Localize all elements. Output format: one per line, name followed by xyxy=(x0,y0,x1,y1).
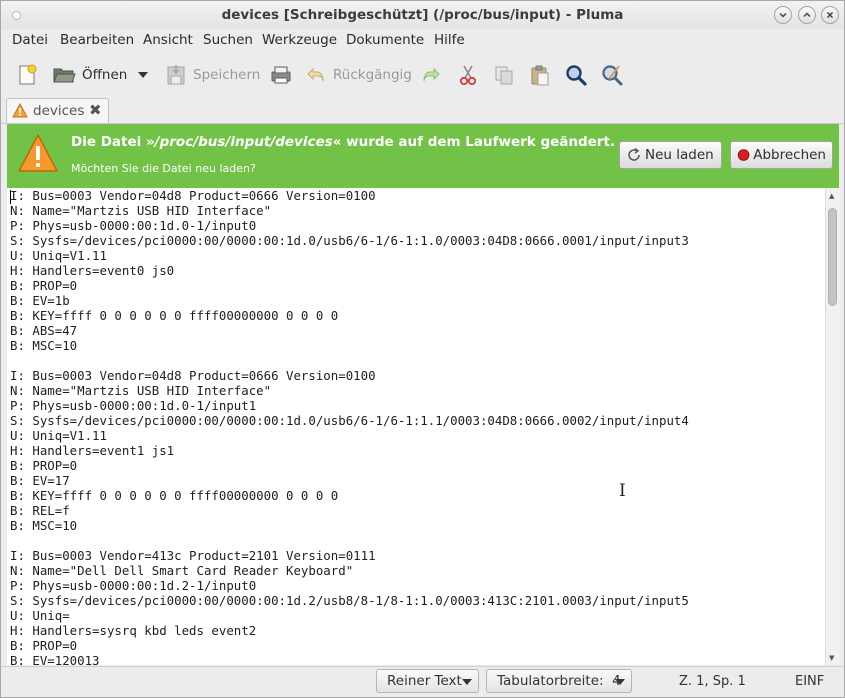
open-label: Öffnen xyxy=(82,67,128,83)
tab-close-icon[interactable]: ✖ xyxy=(89,101,102,119)
title-bar[interactable]: devices [Schreibgeschützt] (/proc/bus/in… xyxy=(1,1,844,29)
scissors-icon xyxy=(459,65,477,86)
copy-icon xyxy=(495,66,513,85)
undo-button[interactable]: Rückgängig xyxy=(305,61,412,89)
reload-icon xyxy=(628,147,640,161)
new-button[interactable] xyxy=(15,61,39,89)
editor-content[interactable]: I: Bus=0003 Vendor=04d8 Product=0666 Ver… xyxy=(10,188,689,665)
menu-bearbeiten[interactable]: Bearbeiten xyxy=(60,32,134,48)
toolbar: Öffnen Speichern Rückgängig xyxy=(1,55,844,95)
search-icon xyxy=(566,65,587,86)
save-icon xyxy=(167,65,185,85)
text-editor[interactable]: I: Bus=0003 Vendor=04d8 Product=0666 Ver… xyxy=(7,188,825,665)
warning-icon xyxy=(12,103,28,118)
cut-button[interactable] xyxy=(457,61,479,89)
print-icon xyxy=(271,66,291,84)
redo-icon xyxy=(423,67,440,82)
save-label: Speichern xyxy=(193,67,261,83)
insert-mode: EINF xyxy=(795,674,825,689)
infobar-question: Möchten Sie die Datei neu laden? xyxy=(71,162,256,175)
cancel-label: Abbrechen xyxy=(753,147,826,163)
open-folder-icon xyxy=(53,68,76,83)
menu-hilfe[interactable]: Hilfe xyxy=(434,32,465,48)
scrollbar-thumb[interactable] xyxy=(828,208,837,306)
new-document-icon xyxy=(19,64,37,85)
cursor-position: Z. 1, Sp. 1 xyxy=(679,674,746,689)
open-button[interactable]: Öffnen xyxy=(52,61,127,89)
menu-bar: Datei Bearbeiten Ansicht Suchen Werkzeug… xyxy=(1,29,844,53)
minimize-button[interactable] xyxy=(774,6,792,24)
menu-dokumente[interactable]: Dokumente xyxy=(346,32,424,48)
cancel-button[interactable]: Abbrechen xyxy=(730,141,833,169)
window-title: devices [Schreibgeschützt] (/proc/bus/in… xyxy=(221,7,624,23)
menu-werkzeuge[interactable]: Werkzeuge xyxy=(262,32,337,48)
find-button[interactable] xyxy=(564,61,588,89)
menu-suchen[interactable]: Suchen xyxy=(203,32,253,48)
tab-label: devices xyxy=(33,103,85,119)
mouse-ibeam-cursor: I xyxy=(619,481,626,501)
status-bar: Reiner Text Tabulatorbreite: 4 Z. 1, Sp.… xyxy=(1,666,844,698)
reload-button[interactable]: Neu laden xyxy=(619,141,722,169)
paste-button[interactable] xyxy=(529,61,551,89)
print-button[interactable] xyxy=(269,61,293,89)
tab-devices[interactable]: devices ✖ xyxy=(6,98,109,123)
reload-label: Neu laden xyxy=(645,147,714,163)
chevron-down-icon xyxy=(615,679,625,685)
maximize-button[interactable] xyxy=(798,6,816,24)
vertical-scrollbar[interactable]: ▲ ▼ xyxy=(825,188,840,665)
chevron-down-icon xyxy=(462,679,472,685)
text-cursor xyxy=(10,190,11,204)
undo-label: Rückgängig xyxy=(333,67,412,83)
close-button[interactable] xyxy=(821,6,839,24)
undo-icon xyxy=(307,67,324,82)
find-replace-icon xyxy=(602,65,623,86)
document-tabs: devices ✖ xyxy=(1,97,844,124)
infobar-file-path: /proc/bus/input/devices xyxy=(154,134,333,150)
language-selector[interactable]: Reiner Text xyxy=(376,669,479,693)
scroll-down-icon[interactable]: ▼ xyxy=(829,654,834,662)
file-changed-infobar: Die Datei »/proc/bus/input/devices« wurd… xyxy=(7,124,839,188)
tab-width-value: Tabulatorbreite: 4 xyxy=(497,673,621,689)
redo-button[interactable] xyxy=(420,61,442,89)
copy-button[interactable] xyxy=(493,61,515,89)
open-dropdown-button[interactable] xyxy=(137,61,149,89)
warning-icon xyxy=(18,134,58,172)
infobar-message: Die Datei »/proc/bus/input/devices« wurd… xyxy=(71,134,616,150)
pluma-window: devices [Schreibgeschützt] (/proc/bus/in… xyxy=(0,0,845,698)
tab-width-selector[interactable]: Tabulatorbreite: 4 xyxy=(486,669,632,693)
menu-datei[interactable]: Datei xyxy=(12,32,48,48)
replace-button[interactable] xyxy=(600,61,624,89)
scroll-up-icon[interactable]: ▲ xyxy=(829,192,834,200)
menu-ansicht[interactable]: Ansicht xyxy=(143,32,193,48)
paste-icon xyxy=(531,65,549,86)
language-value: Reiner Text xyxy=(387,673,462,689)
save-button[interactable]: Speichern xyxy=(165,61,260,89)
stop-icon xyxy=(737,149,750,161)
chevron-down-icon xyxy=(138,72,148,78)
